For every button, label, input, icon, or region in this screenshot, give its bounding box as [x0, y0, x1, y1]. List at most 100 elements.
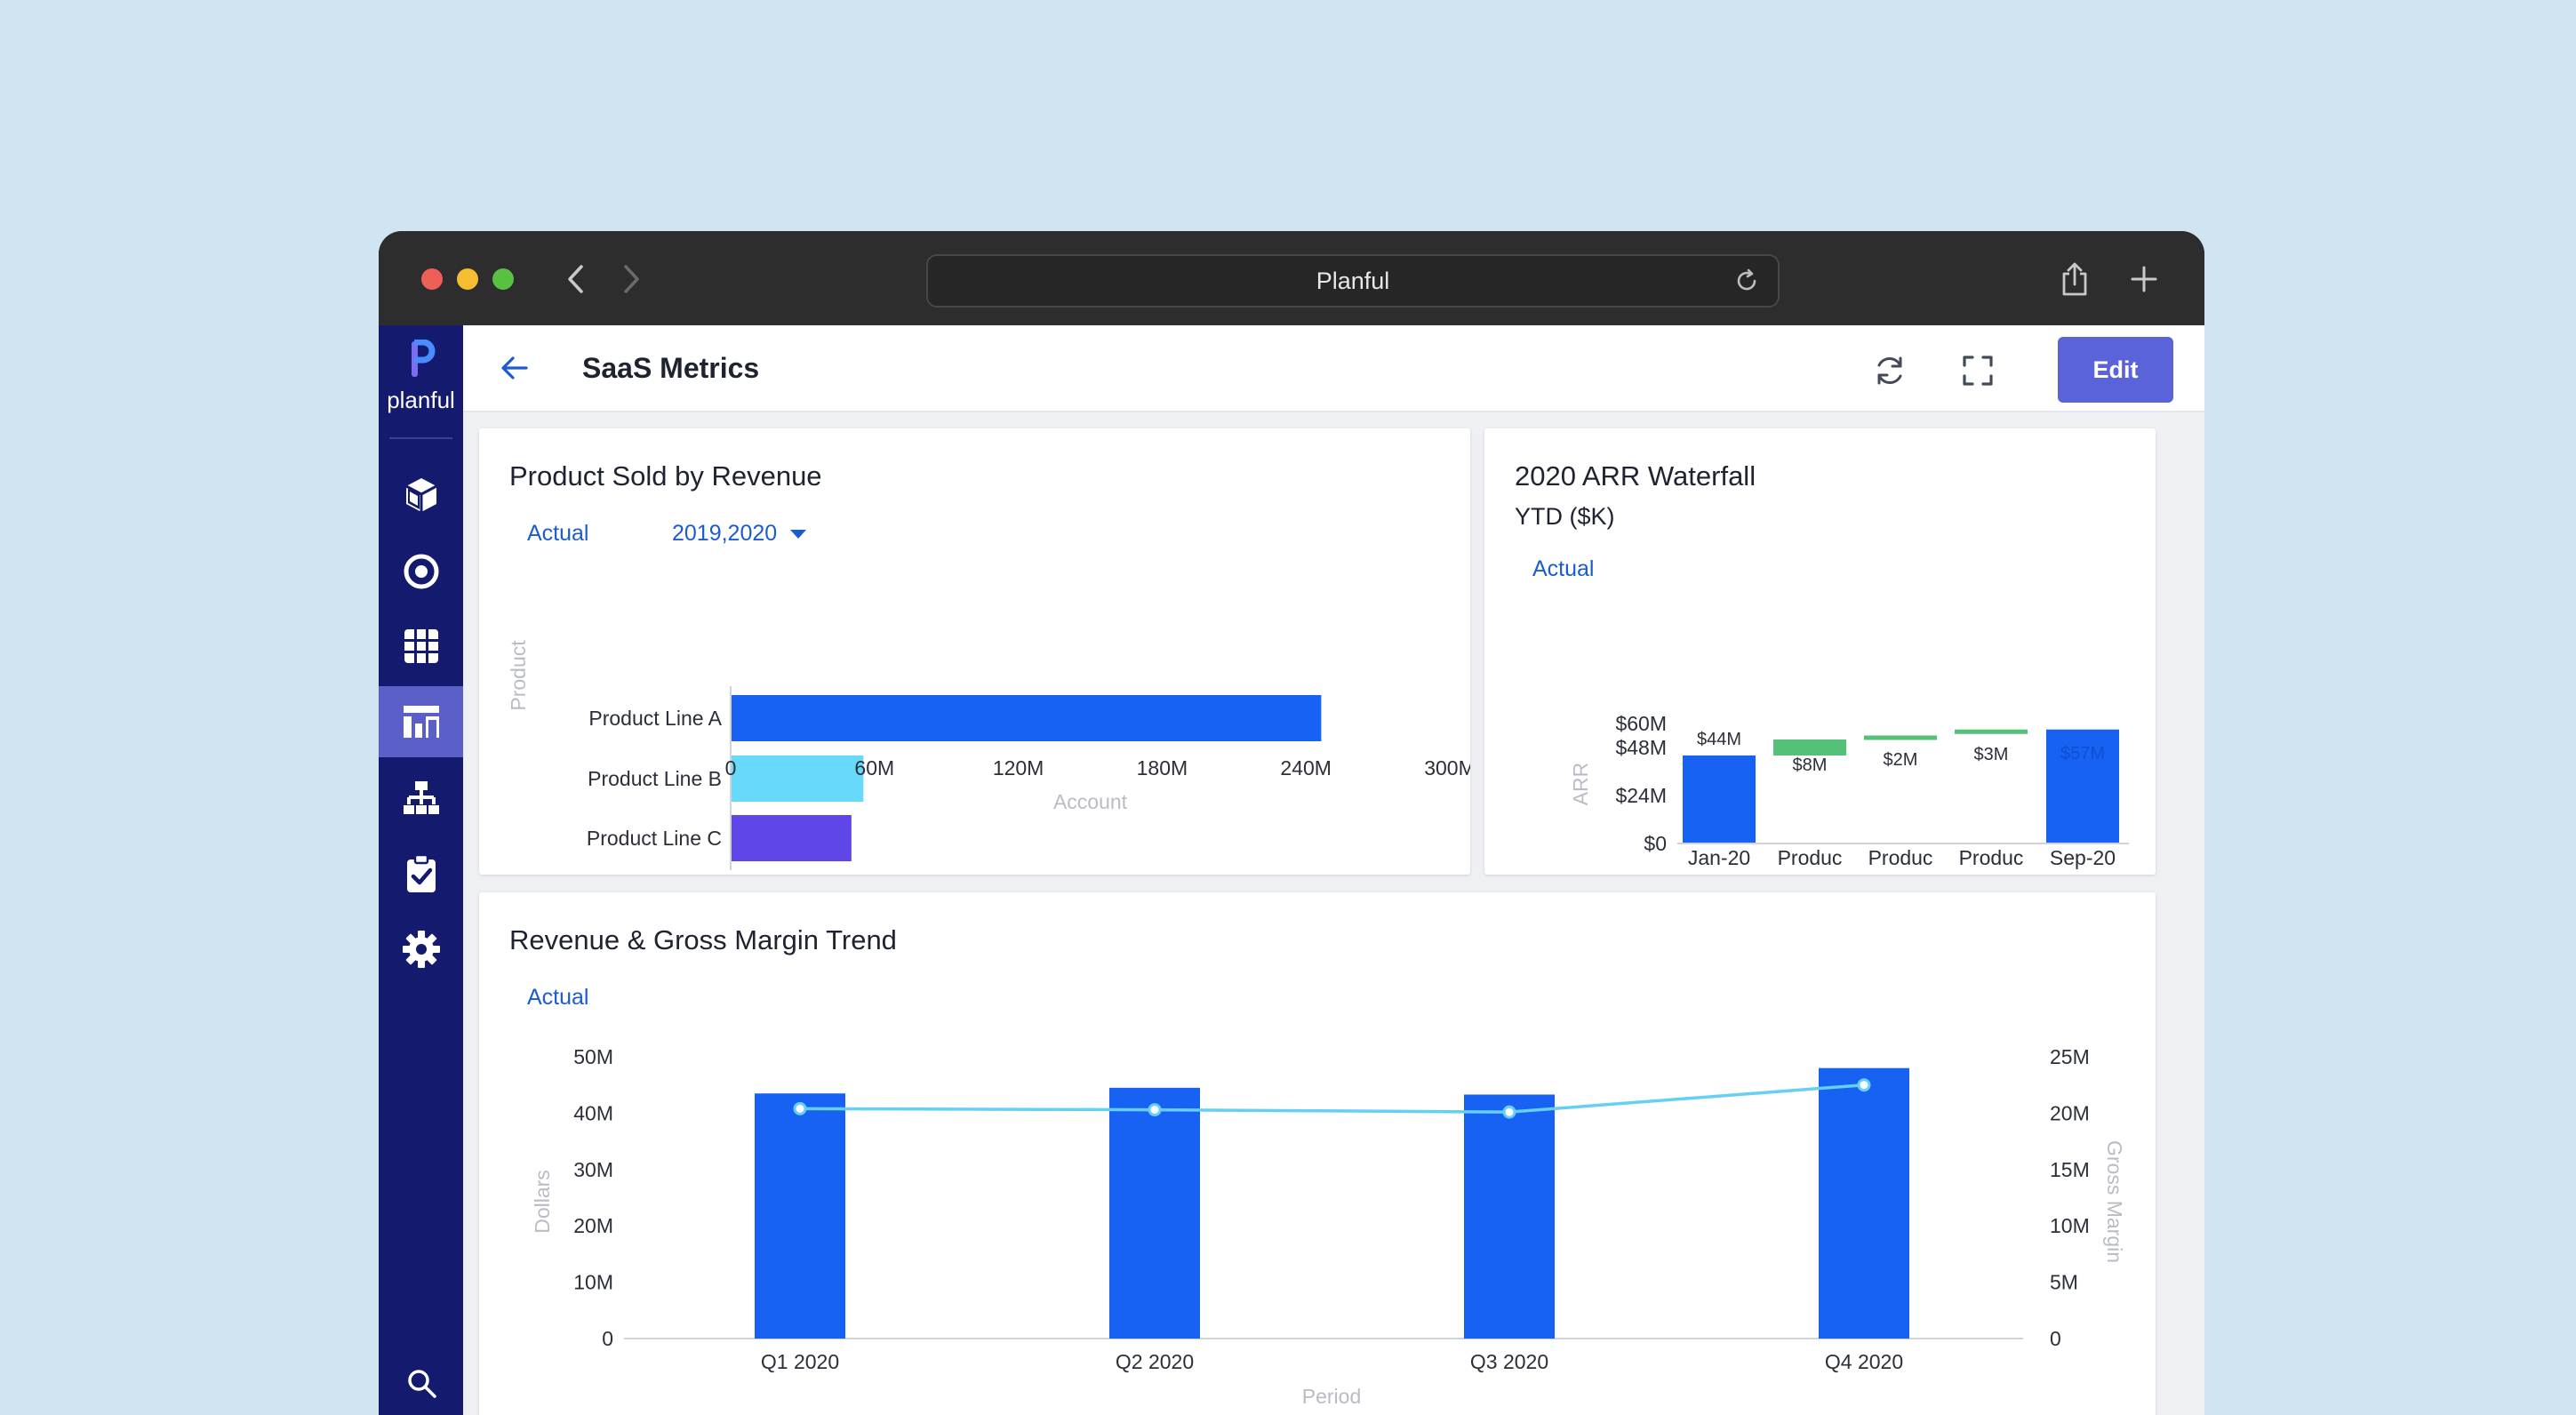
bar — [732, 695, 1322, 741]
page-title: SaaS Metrics — [582, 352, 760, 384]
bar — [1464, 1094, 1555, 1339]
y-axis-title-right: Gross Margin — [2103, 1140, 2126, 1263]
plus-icon — [2131, 266, 2157, 292]
share-button[interactable] — [2052, 256, 2098, 302]
sidebar-item-dashboards[interactable] — [379, 686, 463, 757]
sidebar-item-tasks[interactable] — [379, 838, 463, 909]
fullscreen-button[interactable] — [1956, 348, 2000, 393]
sidebar-item-models[interactable] — [379, 460, 463, 531]
revenue-margin-chart: 0 10M 20M 30M 40M 50M 0 5M 10M 15M 20M 25M Q1 2020 Q2… — [531, 1045, 2126, 1408]
x-tick-label: t Line... — [1867, 873, 1933, 875]
sidebar-notifications-button[interactable] — [379, 1411, 463, 1415]
grid-icon — [404, 629, 438, 663]
y-axis-title: Product — [507, 640, 530, 711]
waterfall-bar — [1773, 739, 1846, 755]
x-tick-label: Produc — [1959, 846, 2024, 869]
y-tick-label: $24M — [1615, 784, 1667, 807]
y-tick-label-left: 40M — [573, 1101, 613, 1124]
chevron-right-icon — [624, 265, 639, 293]
zoom-window-button[interactable] — [492, 268, 514, 290]
data-label: $8M — [1793, 755, 1828, 775]
y-tick-label: Product Line A — [588, 707, 722, 730]
bar — [1819, 1067, 1909, 1339]
search-icon — [407, 1370, 436, 1398]
bar — [732, 815, 852, 861]
clipboard-check-icon — [406, 853, 436, 892]
share-icon — [2062, 262, 2087, 296]
waterfall-bar — [1864, 735, 1937, 740]
y-tick-label-right: 10M — [2050, 1214, 2090, 1237]
x-tick-label: 60M — [854, 756, 894, 779]
waterfall-bar — [1955, 729, 2028, 734]
x-tick-label: Q3 2020 — [1470, 1350, 1548, 1373]
y-tick-label-left: 20M — [573, 1214, 613, 1237]
y-tick-label-left: 0 — [602, 1327, 613, 1350]
x-axis-title: Period — [1302, 1385, 1361, 1408]
line-point — [1857, 1078, 1871, 1092]
bar — [732, 755, 864, 802]
edit-button[interactable]: Edit — [2058, 337, 2173, 403]
planful-logo-icon — [411, 339, 435, 377]
product-revenue-card: Product Sold by Revenue Actual 2019,2020… — [479, 428, 1470, 875]
refresh-button[interactable] — [1868, 348, 1912, 393]
y-tick-label-left: 50M — [573, 1045, 613, 1068]
arrow-left-icon — [501, 356, 528, 380]
address-bar-title: Planful — [1316, 267, 1390, 294]
x-tick-label: Produc — [1778, 846, 1843, 869]
browser-titlebar: Planful — [379, 231, 2204, 325]
y-tick-label-right: 25M — [2050, 1045, 2090, 1068]
dashboard-icon — [403, 706, 439, 738]
sidebar-item-structure[interactable] — [379, 763, 463, 834]
y-axis-title-left: Dollars — [531, 1170, 554, 1234]
waterfall-bar — [1683, 755, 1756, 843]
x-tick-label: 180M — [1137, 756, 1188, 779]
close-window-button[interactable] — [421, 268, 443, 290]
reload-icon — [1737, 268, 1756, 291]
line-point — [793, 1101, 807, 1115]
target-icon — [404, 554, 438, 589]
x-tick-label: Produc — [1868, 846, 1933, 869]
sidebar-item-apps[interactable] — [379, 611, 463, 682]
revenue-margin-card: Revenue & Gross Margin Trend Actual 0 10M… — [479, 892, 2156, 1415]
y-tick-label-right: 15M — [2050, 1158, 2090, 1181]
y-axis-title: ARR — [1569, 763, 1592, 806]
sidebar-item-settings[interactable] — [379, 914, 463, 985]
data-label: $3M — [1974, 745, 2009, 764]
reload-page-button[interactable] — [1733, 268, 1760, 299]
y-tick-label-left: 10M — [573, 1271, 613, 1294]
arr-waterfall-card: 2020 ARR Waterfall YTD ($K) Actual $0 $24… — [1484, 428, 2156, 875]
browser-window: Planful planful SaaS Metrics Edit Produc… — [379, 231, 2204, 1415]
gross-margin-line — [799, 1083, 1865, 1114]
address-bar[interactable]: Planful — [926, 254, 1780, 308]
y-tick-label: Product Line B — [588, 767, 722, 790]
bar — [755, 1093, 845, 1339]
x-tick-label: 120M — [993, 756, 1044, 779]
logo-text: planful — [387, 387, 455, 413]
x-tick-label: t Line... — [1776, 873, 1843, 875]
hierarchy-icon — [403, 781, 439, 814]
browser-forward-button[interactable] — [612, 256, 651, 302]
sidebar-search-button[interactable] — [379, 1358, 463, 1408]
x-tick-label: Sep-20 — [2050, 846, 2116, 869]
product-revenue-chart: Product Line A Product Line B Product Line… — [507, 640, 1470, 870]
sidebar-item-goals[interactable] — [379, 536, 463, 607]
gear-icon — [402, 931, 440, 968]
y-tick-label: $60M — [1615, 712, 1667, 735]
x-tick-label: Jan-20 — [1688, 846, 1750, 869]
browser-back-button[interactable] — [556, 256, 596, 302]
data-label: $2M — [1884, 750, 1918, 770]
x-tick-label: t Line... — [1957, 873, 2024, 875]
refresh-icon — [1877, 356, 1902, 385]
planful-logo[interactable]: planful — [379, 339, 463, 420]
cube-icon — [404, 478, 437, 512]
minimize-window-button[interactable] — [457, 268, 478, 290]
x-tick-label: Q4 2020 — [1825, 1350, 1903, 1373]
x-tick-label: Q2 2020 — [1116, 1350, 1194, 1373]
x-tick-label: Q1 2020 — [761, 1350, 839, 1373]
page-header: SaaS Metrics Edit — [463, 325, 2204, 412]
back-button[interactable] — [495, 348, 534, 388]
y-tick-label: Product Line C — [587, 827, 722, 850]
y-tick-label-right: 5M — [2050, 1271, 2078, 1294]
new-tab-button[interactable] — [2121, 256, 2167, 302]
fullscreen-icon — [1963, 356, 1993, 386]
